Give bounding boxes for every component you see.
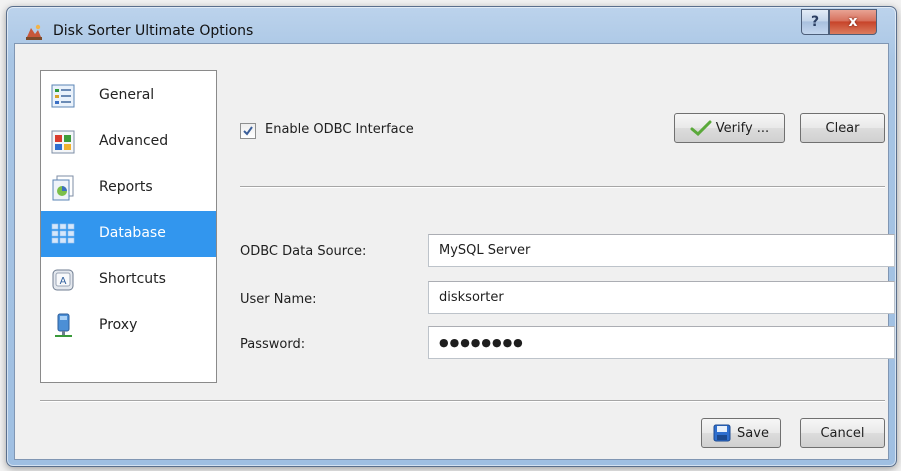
save-button[interactable]: Save <box>701 418 781 448</box>
password-label: Password: <box>240 337 306 352</box>
save-icon <box>713 424 731 442</box>
cancel-label: Cancel <box>820 425 865 441</box>
category-label: Reports <box>99 179 153 195</box>
enable-odbc-label[interactable]: Enable ODBC Interface <box>265 122 414 137</box>
password-value: ●●●●●●●● <box>439 336 524 349</box>
category-label: Shortcuts <box>99 271 166 287</box>
category-shortcuts[interactable]: A Shortcuts <box>41 257 216 303</box>
close-icon: x <box>848 14 858 30</box>
advanced-settings-icon <box>51 130 75 154</box>
category-label: Database <box>99 225 166 241</box>
save-label: Save <box>737 425 769 441</box>
clear-label: Clear <box>825 120 860 136</box>
category-advanced[interactable]: Advanced <box>41 119 216 165</box>
data-source-field[interactable]: MySQL Server <box>428 234 895 267</box>
checkmark-icon <box>243 126 253 136</box>
user-name-field[interactable]: disksorter <box>428 281 895 314</box>
category-list: General Advanced Reports Database A Shor… <box>40 70 217 383</box>
proxy-icon <box>55 313 72 337</box>
user-name-value: disksorter <box>439 290 504 305</box>
data-source-value: MySQL Server <box>439 243 531 258</box>
general-settings-icon <box>51 84 75 108</box>
category-proxy[interactable]: Proxy <box>41 303 216 349</box>
data-source-label: ODBC Data Source: <box>240 244 367 259</box>
user-name-label: User Name: <box>240 292 317 307</box>
enable-odbc-checkbox[interactable] <box>240 123 256 139</box>
window-title: Disk Sorter Ultimate Options <box>53 23 254 39</box>
clear-button[interactable]: Clear <box>800 113 885 143</box>
options-window: Disk Sorter Ultimate Options ? x General <box>6 6 897 467</box>
category-database[interactable]: Database <box>41 211 216 257</box>
options-client-area: General Advanced Reports Database A Shor… <box>14 43 895 460</box>
help-button[interactable]: ? <box>801 9 829 35</box>
category-label: General <box>99 87 155 103</box>
footer-divider <box>40 400 885 402</box>
database-icon <box>51 223 75 244</box>
checkmark-icon <box>690 120 712 136</box>
help-icon: ? <box>810 14 820 30</box>
app-icon <box>26 24 42 40</box>
svg-text:A: A <box>60 276 67 287</box>
shortcut-key-icon: A <box>52 269 74 291</box>
category-general[interactable]: General <box>41 73 216 119</box>
category-label: Proxy <box>99 317 138 333</box>
category-reports[interactable]: Reports <box>41 165 216 211</box>
cancel-button[interactable]: Cancel <box>800 418 885 448</box>
verify-button[interactable]: Verify ... <box>674 113 785 143</box>
close-button[interactable]: x <box>829 9 877 35</box>
section-divider <box>240 186 885 188</box>
verify-label: Verify ... <box>715 120 770 136</box>
password-field[interactable]: ●●●●●●●● <box>428 326 895 359</box>
reports-icon <box>52 175 74 201</box>
category-label: Advanced <box>99 133 169 149</box>
